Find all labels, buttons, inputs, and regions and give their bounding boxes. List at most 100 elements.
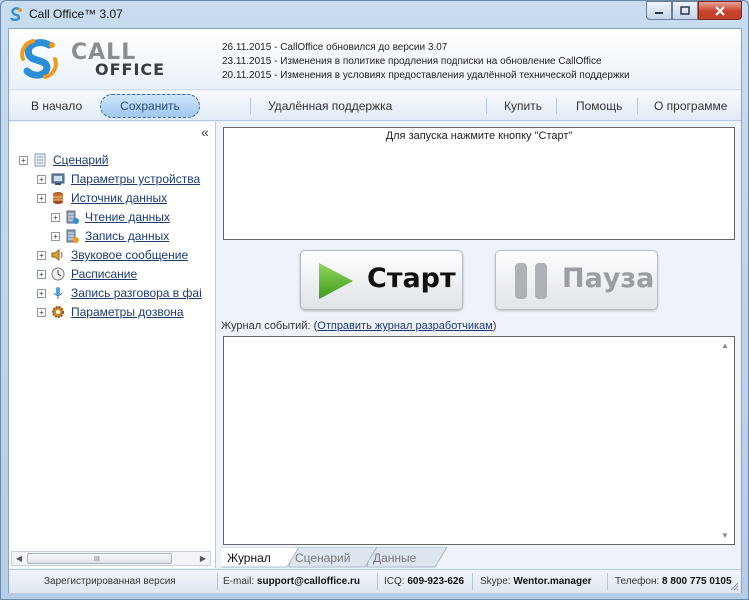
email-label: E-mail: [223, 576, 255, 587]
tree-item-label[interactable]: Запись разговора в фаі [71, 286, 202, 300]
news-item[interactable]: 26.11.2015 - CallOffice обновился до вер… [222, 41, 630, 55]
data-write-icon [66, 229, 79, 243]
icq-value: 609-923-626 [407, 576, 465, 587]
nav-home[interactable]: В начало [31, 99, 82, 113]
tree-item-label[interactable]: Параметры устройства [71, 172, 200, 186]
scroll-right-icon[interactable]: ▶ [197, 554, 209, 564]
resize-grip-icon[interactable] [729, 581, 739, 591]
tree-item-label[interactable]: Чтение данных [85, 210, 170, 224]
expand-icon[interactable]: + [37, 269, 46, 279]
tree-item-sound-message[interactable]: + Звуковое сообщение [37, 247, 188, 263]
email-value[interactable]: support@calloffice.ru [257, 576, 360, 587]
phone-value: 8 800 775 0105 [662, 576, 732, 587]
tree-item-schedule[interactable]: + Расписание [37, 266, 137, 282]
window-title: Call Office™ 3.07 [29, 7, 123, 21]
expand-icon[interactable]: + [37, 250, 46, 260]
logo-mark-icon [20, 39, 58, 79]
tree-item-data-source[interactable]: + Источник данных [37, 190, 167, 206]
client-area: CALL OFFICE 26.11.2015 - CallOffice обно… [8, 28, 742, 593]
tree-item-label[interactable]: Источник данных [71, 191, 167, 205]
skype-label: Skype: [480, 576, 511, 587]
phone-label: Телефон: [615, 576, 660, 587]
nav-separator [637, 98, 638, 114]
nav-buy[interactable]: Купить [504, 99, 542, 113]
send-log-link[interactable]: Отправить журнал разработчикам [317, 320, 492, 332]
main-panel: Для запуска нажмите кнопку "Старт" Старт… [217, 122, 741, 568]
status-separator [377, 573, 378, 590]
expand-icon[interactable]: + [37, 193, 46, 203]
status-separator [607, 573, 608, 590]
collapse-panel-button[interactable]: « [201, 124, 209, 140]
tree-item-scenario[interactable]: + Сценарий [19, 152, 108, 168]
nav-separator [250, 98, 251, 114]
start-button[interactable]: Старт [300, 250, 463, 310]
tree-item-label[interactable]: Звуковое сообщение [71, 248, 188, 262]
log-vertical-scrollbar[interactable]: ▲ ▼ [718, 337, 734, 544]
minimize-icon [655, 11, 663, 14]
status-separator [217, 573, 218, 590]
maximize-icon [680, 6, 690, 15]
tree-item-label[interactable]: Расписание [71, 267, 137, 281]
status-display: Для запуска нажмите кнопку "Старт" [223, 127, 735, 240]
tree-item-data-read[interactable]: + Чтение данных [51, 209, 170, 225]
gear-icon [52, 306, 64, 318]
database-icon [53, 192, 63, 204]
news-item[interactable]: 23.11.2015 - Изменения в политике продле… [222, 55, 630, 69]
expand-icon[interactable]: + [51, 212, 60, 222]
tab-scenario[interactable]: Сценарий [295, 547, 350, 567]
pause-icon [515, 263, 547, 299]
icq-contact: ICQ: 609-923-626 [384, 576, 464, 587]
scroll-up-icon[interactable]: ▲ [721, 341, 729, 350]
start-button-label: Старт [367, 263, 456, 294]
tab-journal[interactable]: Журнал [227, 547, 271, 567]
tree-item-dial-params[interactable]: + Параметры дозвона [37, 304, 184, 320]
scrollbar-thumb[interactable]: III [27, 553, 172, 564]
skype-contact: Skype: Wentor.manager [480, 576, 592, 587]
nav-remote-support[interactable]: Удалённая поддержка [268, 99, 392, 113]
pause-button[interactable]: Пауза [495, 250, 658, 310]
nav-help[interactable]: Помощь [576, 99, 622, 113]
expand-icon[interactable]: + [37, 288, 46, 298]
tree-item-device-params[interactable]: + Параметры устройства [37, 171, 200, 187]
expand-icon[interactable]: + [37, 307, 46, 317]
event-log[interactable]: ▲ ▼ [223, 336, 735, 545]
skype-value: Wentor.manager [513, 576, 592, 587]
nav-separator [556, 98, 557, 114]
event-log-label: Журнал событий: (Отправить журнал разраб… [221, 320, 497, 332]
news-item[interactable]: 20.11.2015 - Изменения в условиях предос… [222, 69, 630, 83]
title-bar[interactable]: Call Office™ 3.07 [1, 1, 748, 27]
minimize-button[interactable] [646, 1, 672, 20]
scroll-down-icon[interactable]: ▼ [721, 531, 729, 540]
save-button[interactable]: Сохранить [100, 94, 200, 118]
close-button[interactable] [698, 1, 742, 20]
microphone-icon [53, 287, 63, 299]
maximize-button[interactable] [672, 1, 698, 20]
phone-contact: Телефон: 8 800 775 0105 [615, 576, 732, 587]
tab-data[interactable]: Данные [373, 547, 416, 567]
clock-icon [51, 267, 65, 281]
tree-horizontal-scrollbar[interactable]: ◀ III ▶ [11, 551, 211, 566]
nav-separator [486, 98, 487, 114]
tree-item-label[interactable]: Параметры дозвона [71, 305, 184, 319]
scroll-left-icon[interactable]: ◀ [13, 554, 25, 564]
status-bar: Зарегистрированная версия E-mail: suppor… [9, 569, 741, 593]
play-icon [319, 263, 353, 299]
expand-icon[interactable]: + [19, 155, 28, 165]
icq-label: ICQ: [384, 576, 405, 587]
close-icon [715, 5, 725, 16]
tree-item-label[interactable]: Запись данных [85, 229, 169, 243]
pause-button-label: Пауза [562, 263, 655, 294]
nav-about[interactable]: О программе [654, 99, 727, 113]
tree-item-data-write[interactable]: + Запись данных [51, 228, 169, 244]
tree-item-label[interactable]: Сценарий [53, 153, 108, 167]
logo-text-office: OFFICE [95, 60, 166, 79]
tree-item-call-recording[interactable]: + Запись разговора в фаі [37, 285, 202, 301]
nav-bar: В начало Сохранить Удалённая поддержка К… [9, 91, 741, 121]
news-list: 26.11.2015 - CallOffice обновился до вер… [222, 41, 630, 83]
header: CALL OFFICE 26.11.2015 - CallOffice обно… [9, 29, 741, 90]
speaker-icon [51, 249, 63, 261]
start-hint: Для запуска нажмите кнопку "Старт" [385, 130, 573, 142]
expand-icon[interactable]: + [51, 231, 60, 241]
event-log-title: Журнал событий: [221, 320, 314, 332]
expand-icon[interactable]: + [37, 174, 46, 184]
